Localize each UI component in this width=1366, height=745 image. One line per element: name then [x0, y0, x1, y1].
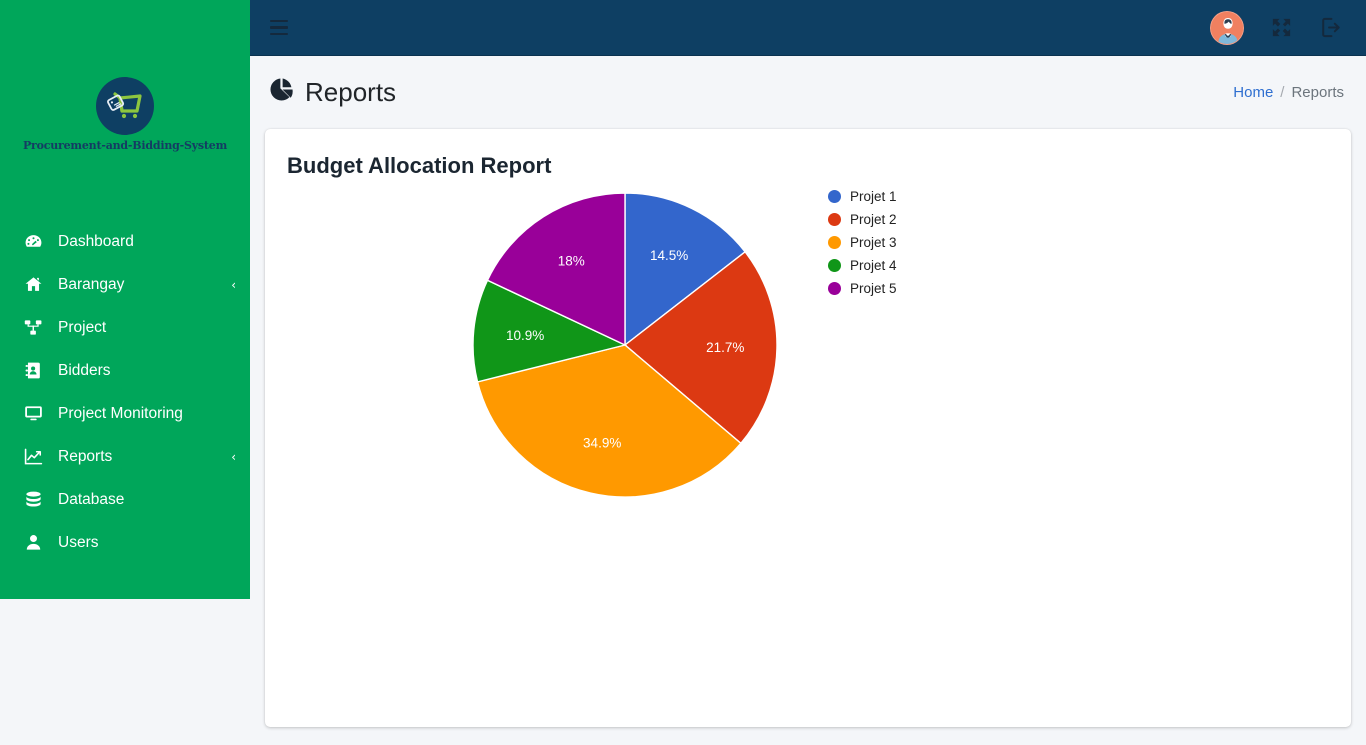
pie-chart-icon: [268, 76, 295, 108]
sidebar-item-label: Bidders: [58, 361, 111, 379]
legend-item[interactable]: Projet 1: [828, 189, 897, 204]
address-book-icon: [24, 361, 50, 380]
sidebar-item-project-monitoring[interactable]: Project Monitoring: [0, 392, 250, 435]
legend-label: Projet 4: [850, 258, 897, 273]
sidebar: Procurement-and-Bidding-System Dashboard…: [0, 0, 250, 599]
sidebar-item-users[interactable]: Users: [0, 521, 250, 564]
database-icon: [24, 490, 50, 509]
sidebar-item-reports[interactable]: Reports ‹: [0, 435, 250, 478]
sidebar-item-barangay[interactable]: Barangay ‹: [0, 263, 250, 306]
pie-slice-label: 14.5%: [650, 248, 688, 263]
hamburger-bar: [270, 26, 288, 29]
pie-slice-label: 21.7%: [706, 340, 744, 355]
sidebar-item-database[interactable]: Database: [0, 478, 250, 521]
legend-label: Projet 5: [850, 281, 897, 296]
user-icon: [24, 533, 50, 552]
brand-header[interactable]: Procurement-and-Bidding-System: [0, 0, 250, 220]
expand-fullscreen-icon[interactable]: [1270, 16, 1293, 39]
legend-item[interactable]: Projet 4: [828, 258, 897, 273]
legend-color-swatch-1: [828, 190, 841, 203]
pie-chart-svg[interactable]: 14.5% 21.7% 34.9% 10.9% 18%: [470, 190, 780, 500]
card-title: Budget Allocation Report: [287, 153, 552, 178]
breadcrumb-home-link[interactable]: Home: [1233, 84, 1273, 101]
legend-item[interactable]: Projet 5: [828, 281, 897, 296]
home-icon: [24, 275, 50, 294]
legend-item[interactable]: Projet 2: [828, 212, 897, 227]
shopping-cart-tag-logo-icon: [96, 76, 154, 135]
legend-color-swatch-5: [828, 282, 841, 295]
legend-label: Projet 3: [850, 235, 897, 250]
page-title-wrap: Reports: [268, 76, 396, 108]
sidebar-item-label: Dashboard: [58, 232, 134, 250]
logout-sign-out-icon[interactable]: [1319, 16, 1342, 39]
navbar-actions: [1210, 10, 1342, 45]
chart-line-icon: [24, 447, 50, 466]
sidebar-item-label: Users: [58, 533, 99, 551]
tachometer-dashboard-icon: [24, 232, 50, 251]
sidebar-item-label: Project Monitoring: [58, 404, 183, 422]
sidebar-item-dashboard[interactable]: Dashboard: [0, 220, 250, 263]
content-header: Reports Home / Reports: [250, 57, 1366, 127]
legend-label: Projet 2: [850, 212, 897, 227]
budget-allocation-card: Budget Allocation Report 14.5% 21.7% 34.9%…: [265, 129, 1351, 727]
pie-slice-label: 10.9%: [506, 328, 544, 343]
sidebar-item-project[interactable]: Project: [0, 306, 250, 349]
pie-slice-label: 18%: [558, 253, 585, 268]
sidebar-item-label: Database: [58, 490, 125, 508]
breadcrumb-separator: /: [1280, 83, 1285, 101]
chart-legend: Projet 1 Projet 2 Projet 3 Projet 4 Proj…: [828, 189, 897, 296]
legend-item[interactable]: Projet 3: [828, 235, 897, 250]
hamburger-bar: [270, 19, 288, 23]
legend-color-swatch-4: [828, 259, 841, 272]
chevron-left-icon: ‹: [231, 277, 236, 292]
pie-slice-label: 34.9%: [583, 436, 621, 451]
chevron-left-icon: ‹: [231, 449, 236, 464]
sidebar-item-label: Project: [58, 318, 107, 336]
brand-name: Procurement-and-Bidding-System: [22, 138, 228, 152]
sidebar-item-label: Barangay: [58, 275, 125, 293]
pie-chart[interactable]: 14.5% 21.7% 34.9% 10.9% 18%: [470, 190, 780, 500]
legend-color-swatch-3: [828, 236, 841, 249]
desktop-monitor-icon: [24, 404, 50, 423]
hamburger-menu-icon[interactable]: [270, 15, 296, 41]
legend-color-swatch-2: [828, 213, 841, 226]
sidebar-item-bidders[interactable]: Bidders: [0, 349, 250, 392]
sidebar-item-label: Reports: [58, 447, 113, 465]
user-avatar-icon[interactable]: [1210, 10, 1244, 45]
pie-chart-container: 14.5% 21.7% 34.9% 10.9% 18% Projet 1 Projet …: [265, 177, 1351, 727]
project-diagram-icon: [24, 318, 50, 337]
page-title: Reports: [305, 76, 397, 107]
legend-label: Projet 1: [850, 189, 897, 204]
hamburger-bar: [270, 32, 288, 36]
top-navbar: [250, 0, 1366, 56]
breadcrumb-current: Reports: [1291, 83, 1344, 101]
sidebar-nav: Dashboard Barangay ‹ Project Bidders Pro…: [0, 220, 250, 564]
breadcrumb: Home / Reports: [1233, 84, 1344, 101]
